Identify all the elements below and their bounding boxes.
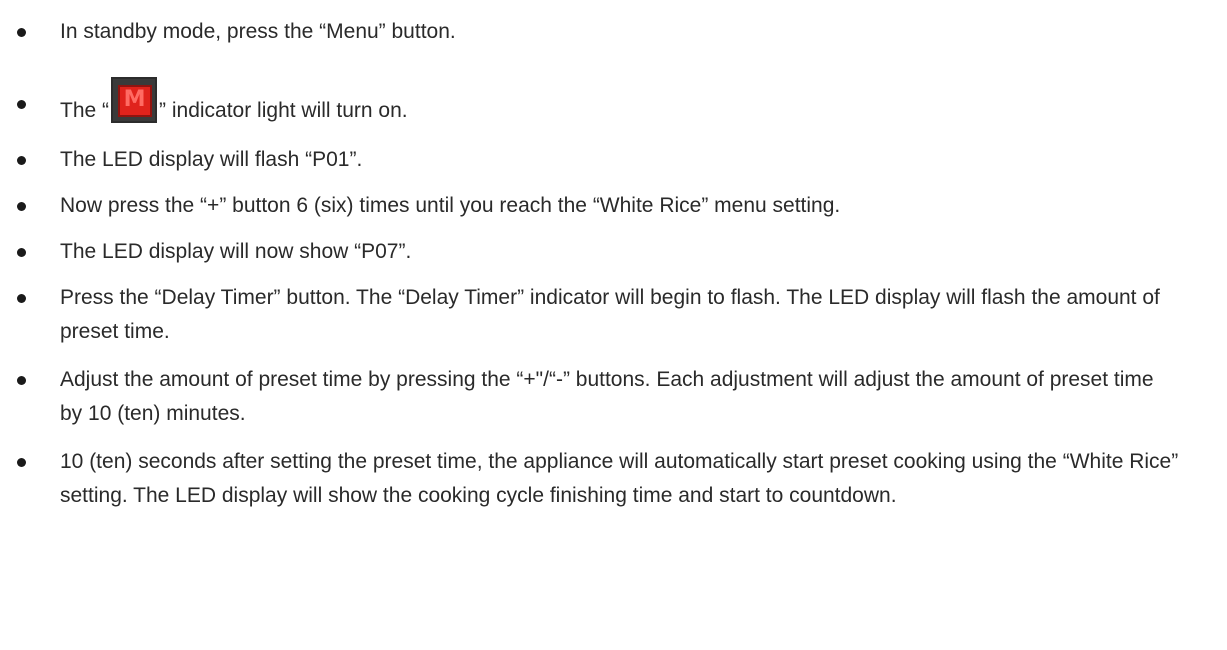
bullet-icon xyxy=(17,202,26,211)
list-item-text: Adjust the amount of preset time by pres… xyxy=(60,368,1154,425)
list-item-text: In standby mode, press the “Menu” button… xyxy=(60,20,456,43)
instruction-list: In standby mode, press the “Menu” button… xyxy=(0,0,1227,650)
bullet-icon xyxy=(17,100,26,109)
bullet-icon xyxy=(17,376,26,385)
bullet-icon xyxy=(17,294,26,303)
bullet-icon xyxy=(17,28,26,37)
bullet-icon xyxy=(17,248,26,257)
bullet-icon xyxy=(17,458,26,467)
menu-m-glyph: M xyxy=(123,87,146,112)
list-item-text: The “ M ” indicator light will turn on. xyxy=(60,77,1225,131)
menu-m-indicator-icon: M xyxy=(111,77,158,123)
list-item-text-before: The “ xyxy=(60,99,110,122)
list-item-text: Press the “Delay Timer” button. The “Del… xyxy=(60,286,1160,343)
list-item-text-after: ” indicator light will turn on. xyxy=(159,99,408,122)
bullet-icon xyxy=(17,156,26,165)
list-item-text: The LED display will now show “P07”. xyxy=(60,240,412,263)
list-item-text: Now press the “+” button 6 (six) times u… xyxy=(60,194,841,217)
list-item-text: 10 (ten) seconds after setting the prese… xyxy=(60,450,1179,507)
list-item-text: The LED display will flash “P01”. xyxy=(60,148,363,171)
